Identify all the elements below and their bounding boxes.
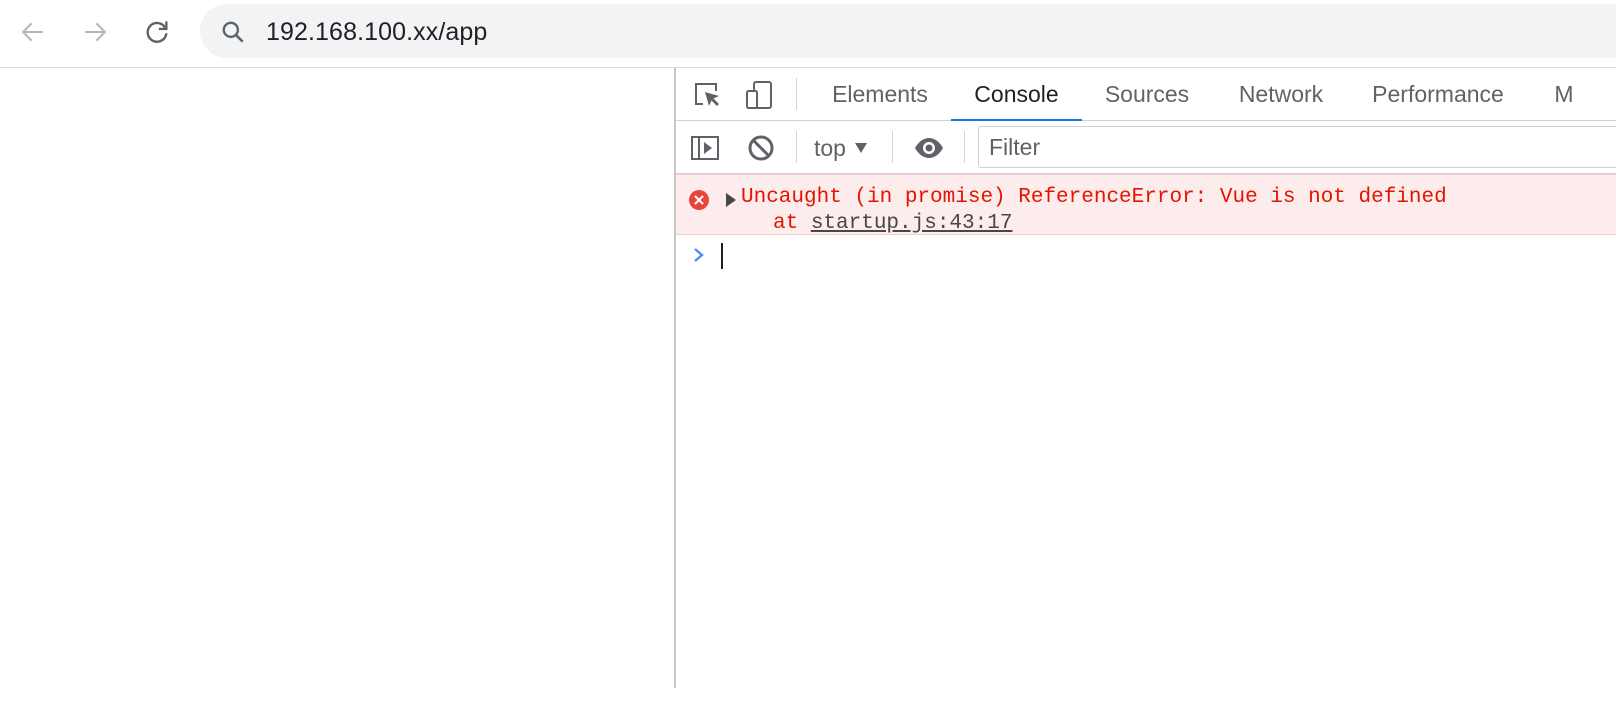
devtools-panel: Elements Console Sources Network Perform…	[676, 68, 1616, 688]
inspect-element-button[interactable]	[690, 78, 724, 112]
device-mode-icon	[746, 81, 772, 109]
source-location-link[interactable]: startup.js:43:17	[811, 212, 1013, 235]
tab-console[interactable]: Console	[951, 68, 1082, 122]
forward-button[interactable]	[77, 14, 113, 50]
context-selector[interactable]: top	[814, 133, 868, 163]
devtools-tabbar: Elements Console Sources Network Perform…	[676, 68, 1616, 122]
sidebar-toggle-icon	[691, 136, 719, 160]
arrow-left-icon	[21, 22, 43, 42]
browser-toolbar: 192.168.100.xx/app	[0, 0, 1616, 68]
tab-elements[interactable]: Elements	[818, 68, 942, 121]
text-cursor	[721, 243, 723, 269]
console-error-message[interactable]: Uncaught (in promise) ReferenceError: Vu…	[676, 174, 1616, 235]
tab-more-overflow[interactable]: M	[1544, 68, 1584, 121]
show-sidebar-button[interactable]	[688, 131, 722, 165]
prompt-chevron-icon	[694, 248, 704, 262]
filter-input[interactable]	[979, 127, 1616, 167]
dropdown-triangle-icon	[854, 143, 867, 153]
stack-at-prefix: at	[773, 212, 811, 235]
search-icon	[222, 21, 244, 43]
device-toolbar-button[interactable]	[742, 78, 776, 112]
error-stack-line: at startup.js:43:17	[773, 212, 1012, 235]
console-toolbar: top	[676, 121, 1616, 174]
page-viewport	[0, 68, 674, 710]
clear-block-icon	[748, 135, 774, 161]
clear-console-button[interactable]	[744, 131, 778, 165]
address-bar[interactable]: 192.168.100.xx/app	[200, 4, 1616, 58]
tab-sources[interactable]: Sources	[1092, 68, 1202, 121]
console-prompt[interactable]	[676, 240, 1616, 274]
live-expression-button[interactable]	[912, 131, 946, 165]
back-button[interactable]	[15, 14, 51, 50]
tab-network[interactable]: Network	[1222, 68, 1340, 121]
context-selector-value: top	[814, 134, 846, 161]
toolbar-divider	[796, 78, 797, 110]
toolbar-divider	[796, 131, 797, 163]
expand-triangle-icon[interactable]	[724, 192, 738, 208]
url-text: 192.168.100.xx/app	[266, 18, 488, 46]
toolbar-divider	[964, 131, 965, 163]
reload-button[interactable]	[139, 14, 175, 50]
eye-icon	[915, 138, 943, 158]
error-text: Uncaught (in promise) ReferenceError: Vu…	[741, 186, 1447, 209]
inspect-element-icon	[695, 83, 719, 106]
error-icon	[689, 190, 709, 210]
toolbar-divider	[892, 131, 893, 163]
console-filter	[978, 126, 1616, 168]
reload-icon	[146, 21, 168, 43]
arrow-right-icon	[85, 22, 107, 42]
tab-performance[interactable]: Performance	[1360, 68, 1516, 121]
